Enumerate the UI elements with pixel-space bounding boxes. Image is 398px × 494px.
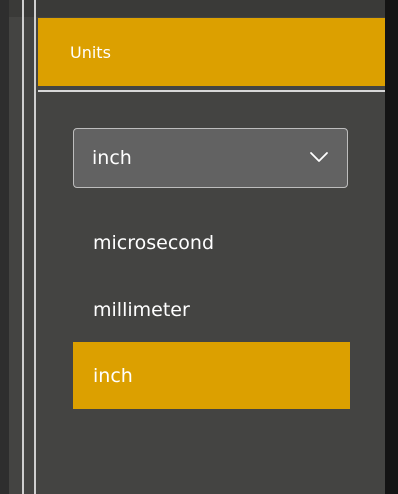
panel-right-edge: [385, 0, 398, 494]
rail-divider-line: [22, 0, 24, 494]
units-option-inch[interactable]: inch: [73, 342, 350, 409]
left-rail: [0, 0, 9, 494]
units-option-microsecond[interactable]: microsecond: [73, 209, 350, 276]
units-header-title: Units: [70, 42, 111, 62]
units-dropdown[interactable]: inch: [73, 128, 348, 188]
header-divider: [38, 90, 385, 92]
units-dropdown-value: inch: [92, 147, 132, 169]
units-option-millimeter[interactable]: millimeter: [73, 276, 350, 343]
option-label: microsecond: [93, 231, 215, 254]
chevron-down-icon: [310, 152, 328, 162]
rail-divider-line: [34, 0, 36, 494]
option-label: millimeter: [93, 298, 190, 321]
panel-top-strip: [9, 0, 385, 17]
units-header: Units: [38, 18, 385, 86]
option-label: inch: [93, 364, 133, 387]
app-frame: Units inch microsecond millimeter inch: [0, 0, 398, 494]
